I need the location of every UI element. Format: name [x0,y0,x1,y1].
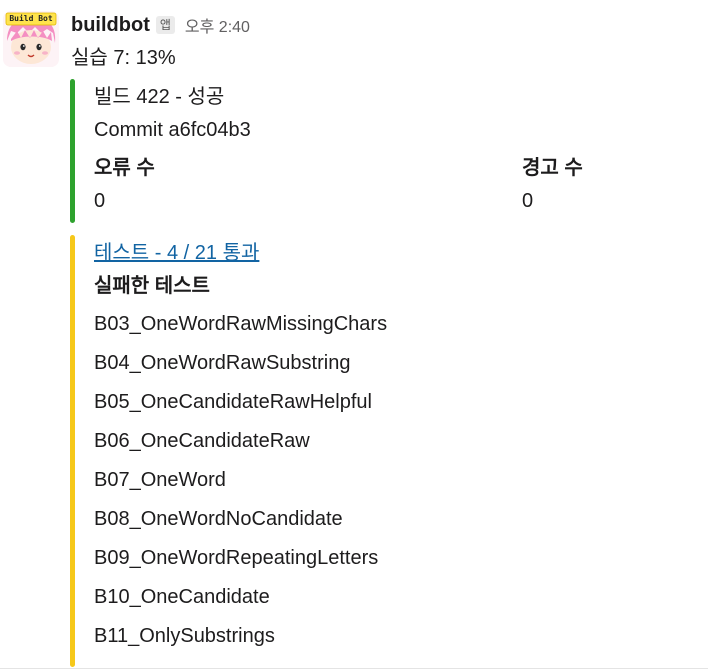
warnings-value: 0 [522,190,534,212]
build-status-bar [70,79,75,223]
sender-name[interactable]: buildbot [71,14,150,37]
errors-label: 오류 수 [94,157,155,179]
errors-value: 0 [94,190,106,212]
failed-tests-heading: 실패한 테스트 [94,275,210,297]
message-timestamp[interactable]: 오후 2:40 [185,13,250,37]
failed-test-item: B09_OneWordRepeatingLetters [94,547,379,569]
warnings-label: 경고 수 [522,157,583,179]
build-title: 빌드 422 - 성공 [94,86,225,108]
failed-test-item: B07_OneWord [94,469,226,491]
tests-link[interactable]: 테스트 - 4 / 21 통과 [94,240,259,266]
failed-tests-list: B03_OneWordRawMissingChars B04_OneWordRa… [94,311,387,662]
message-divider [0,668,708,669]
app-badge: 앱 [155,16,175,34]
message-text: 실습 7: 13% [71,47,176,69]
failed-test-item: B11_OnlySubstrings [94,625,275,647]
failed-test-item: B05_OneCandidateRawHelpful [94,391,372,413]
failed-test-item: B04_OneWordRawSubstring [94,352,351,374]
chat-message: Build Bot buildbot 앱 오후 2:40 실습 7: 13% 빌… [0,0,708,670]
failed-test-item: B03_OneWordRawMissingChars [94,313,388,335]
tests-status-bar [70,235,75,667]
bot-avatar[interactable]: Build Bot [3,11,59,67]
failed-test-item: B06_OneCandidateRaw [94,430,310,452]
failed-test-item: B08_OneWordNoCandidate [94,508,343,530]
message-header: buildbot 앱 오후 2:40 [71,12,250,38]
avatar-label: Build Bot [9,14,53,23]
commit-text: Commit a6fc04b3 [94,119,251,141]
failed-test-item: B10_OneCandidate [94,586,270,608]
